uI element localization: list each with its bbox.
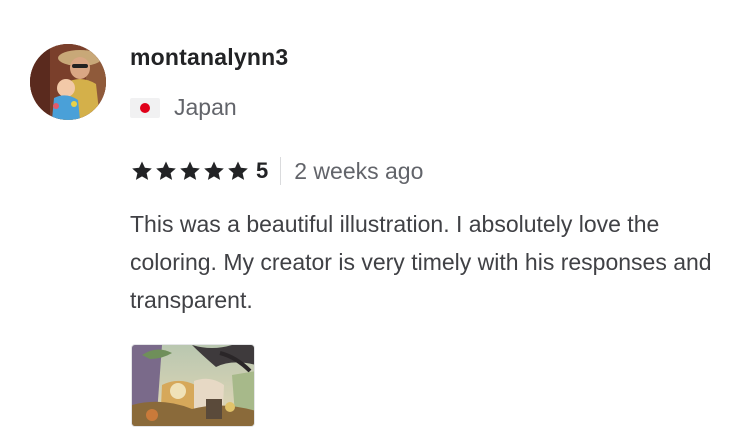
illustration-thumbnail-icon bbox=[132, 345, 254, 426]
review-body: This was a beautiful illustration. I abs… bbox=[130, 211, 712, 313]
reviewer-username[interactable]: montanalynn3 bbox=[130, 44, 288, 71]
avatar-photo-icon bbox=[30, 44, 106, 120]
flag-red-dot bbox=[140, 102, 150, 113]
star-rating bbox=[130, 159, 250, 183]
rating-row: 5 2 weeks ago bbox=[130, 155, 423, 187]
star-icon bbox=[178, 159, 202, 183]
country-name: Japan bbox=[174, 94, 237, 120]
japan-flag-icon bbox=[130, 97, 160, 118]
attachment-thumbnail[interactable] bbox=[131, 344, 255, 427]
star-icon bbox=[130, 159, 154, 183]
star-icon bbox=[226, 159, 250, 183]
rating-value: 5 bbox=[256, 158, 269, 183]
star-icon bbox=[154, 159, 178, 183]
review-time: 2 weeks ago bbox=[294, 157, 424, 184]
rating-divider bbox=[280, 157, 282, 185]
star-icon bbox=[202, 159, 226, 183]
reviewer-country: Japan bbox=[130, 94, 237, 121]
user-avatar[interactable] bbox=[30, 44, 106, 120]
review-card: montanalynn3 Japan 5 2 weeks ago This wa… bbox=[0, 0, 733, 439]
